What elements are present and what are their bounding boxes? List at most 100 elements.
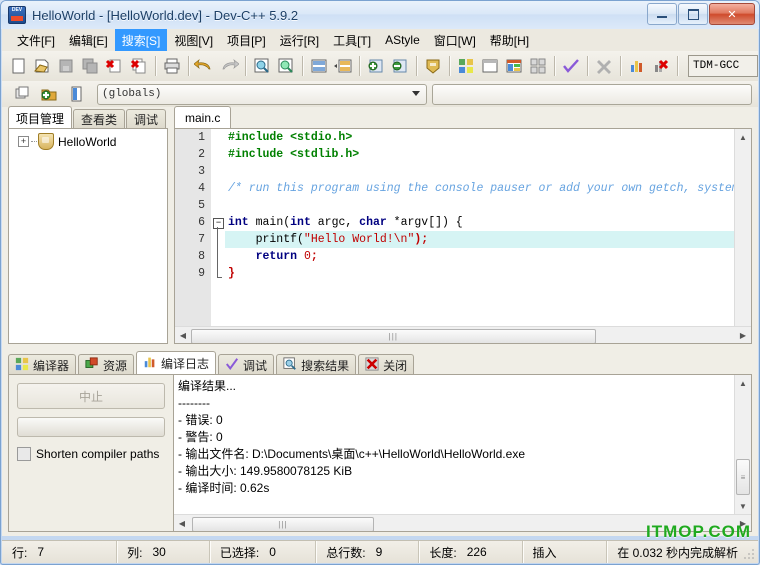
log-scroll-down-icon[interactable]: ▼ bbox=[735, 498, 751, 514]
secondary-combo[interactable] bbox=[432, 84, 752, 105]
chevron-down-icon[interactable] bbox=[412, 91, 420, 96]
editor-horizontal-scrollbar[interactable]: ◀ ||| ▶ bbox=[175, 326, 751, 343]
scroll-right-icon[interactable]: ▶ bbox=[735, 328, 751, 343]
project-file-icon[interactable] bbox=[63, 82, 88, 106]
add-to-project-icon[interactable] bbox=[36, 82, 61, 106]
new-project-icon[interactable] bbox=[9, 82, 34, 106]
compile-log-output[interactable]: 编译结果...--------- 错误: 0- 警告: 0- 输出文件名: D:… bbox=[173, 375, 751, 531]
compiler-set-selector[interactable]: TDM-GCC bbox=[688, 55, 758, 77]
menu-search[interactable]: 搜索[S] bbox=[115, 29, 168, 52]
single-window-icon[interactable] bbox=[479, 54, 501, 78]
tab-close-panel[interactable]: 关闭 bbox=[358, 354, 414, 375]
window-icon[interactable] bbox=[389, 54, 411, 78]
tab-resource-label: 资源 bbox=[103, 357, 127, 374]
project-options-icon[interactable] bbox=[365, 54, 387, 78]
tile-horizontal-icon[interactable] bbox=[455, 54, 477, 78]
tab-search-results[interactable]: 搜索结果 bbox=[276, 354, 356, 375]
compiler-icon bbox=[15, 357, 29, 374]
code-token: printf( bbox=[228, 233, 304, 246]
goto-function-icon[interactable] bbox=[332, 54, 354, 78]
tab-debug-bottom[interactable]: 调试 bbox=[218, 354, 274, 375]
save-all-icon[interactable] bbox=[79, 54, 101, 78]
fold-collapse-icon[interactable]: − bbox=[213, 218, 224, 229]
shorten-paths-row[interactable]: Shorten compiler paths bbox=[17, 447, 165, 461]
tab-compile-log[interactable]: 编译日志 bbox=[136, 351, 216, 375]
open-file-icon[interactable] bbox=[31, 54, 53, 78]
minimize-icon bbox=[657, 16, 667, 18]
undo-icon[interactable] bbox=[193, 54, 215, 78]
close-file-icon[interactable] bbox=[103, 54, 125, 78]
tab-main-c[interactable]: main.c bbox=[174, 106, 231, 129]
hscroll-thumb[interactable]: ||| bbox=[191, 329, 596, 344]
maximize-button[interactable] bbox=[678, 3, 708, 25]
code-line[interactable]: return 0; bbox=[225, 248, 751, 265]
close-all-icon[interactable] bbox=[127, 54, 149, 78]
layout-icon[interactable] bbox=[503, 54, 525, 78]
replace-icon[interactable] bbox=[275, 54, 297, 78]
code-line[interactable]: /* run this program using the console pa… bbox=[225, 180, 751, 197]
print-icon[interactable] bbox=[160, 54, 182, 78]
log-hscroll-thumb[interactable]: ||| bbox=[192, 517, 374, 532]
new-file-icon[interactable] bbox=[7, 54, 29, 78]
log-horizontal-scrollbar[interactable]: ◀ ||| ▶ bbox=[174, 514, 751, 531]
code-line[interactable]: printf("Hello World!\n"); bbox=[225, 231, 751, 248]
editor-vertical-scrollbar[interactable]: ▲ bbox=[734, 129, 751, 327]
menu-project[interactable]: 项目[P] bbox=[220, 29, 273, 52]
debug-stop-icon[interactable] bbox=[650, 54, 672, 78]
code-line[interactable]: #include <stdlib.h> bbox=[225, 146, 751, 163]
menu-file[interactable]: 文件[F] bbox=[10, 29, 62, 52]
redo-icon[interactable] bbox=[218, 54, 240, 78]
tab-resource[interactable]: 资源 bbox=[78, 354, 134, 375]
tab-compiler[interactable]: 编译器 bbox=[8, 354, 76, 375]
menu-view[interactable]: 视图[V] bbox=[167, 29, 220, 52]
resize-grip-icon[interactable] bbox=[743, 548, 755, 560]
scroll-left-icon[interactable]: ◀ bbox=[175, 328, 191, 343]
code-line[interactable] bbox=[225, 163, 751, 180]
menu-window[interactable]: 窗口[W] bbox=[427, 29, 483, 52]
tab-class-browser[interactable]: 查看类 bbox=[73, 109, 125, 129]
tab-close-label: 关闭 bbox=[383, 357, 407, 374]
code-line[interactable] bbox=[225, 197, 751, 214]
close-button[interactable]: ✕ bbox=[709, 3, 755, 25]
scope-combo[interactable]: (globals) bbox=[97, 84, 427, 105]
tab-project-manager[interactable]: 项目管理 bbox=[8, 106, 72, 129]
tree-item-helloworld[interactable]: + HelloWorld bbox=[9, 129, 167, 154]
code-token bbox=[297, 250, 304, 263]
close-red-icon bbox=[365, 357, 379, 374]
log-line: - 错误: 0 bbox=[178, 412, 733, 429]
log-hscroll-track[interactable]: ||| bbox=[190, 516, 735, 531]
log-vscroll-thumb[interactable]: ≡ bbox=[736, 459, 750, 495]
save-file-icon[interactable] bbox=[55, 54, 77, 78]
line-number-gutter: 123456789 bbox=[175, 129, 212, 326]
hscroll-track[interactable]: ||| bbox=[191, 328, 735, 343]
log-scroll-up-icon[interactable]: ▲ bbox=[735, 375, 751, 391]
syntax-check-icon[interactable] bbox=[560, 54, 582, 78]
code-line[interactable]: } bbox=[225, 265, 751, 282]
scroll-up-icon[interactable]: ▲ bbox=[735, 129, 751, 145]
menu-help[interactable]: 帮助[H] bbox=[483, 29, 536, 52]
menu-edit[interactable]: 编辑[E] bbox=[62, 29, 115, 52]
log-scroll-left-icon[interactable]: ◀ bbox=[174, 516, 190, 531]
tab-debug[interactable]: 调试 bbox=[126, 109, 166, 129]
shorten-paths-checkbox[interactable] bbox=[17, 447, 31, 461]
code-text[interactable]: #include <stdio.h>#include <stdlib.h> /* … bbox=[225, 129, 751, 326]
menu-run[interactable]: 运行[R] bbox=[273, 29, 326, 52]
minimize-button[interactable] bbox=[647, 3, 677, 25]
abort-button[interactable]: 中止 bbox=[17, 383, 165, 409]
goto-line-icon[interactable] bbox=[308, 54, 330, 78]
toolbar-separator bbox=[677, 56, 678, 76]
log-vertical-scrollbar[interactable]: ▲ ≡ ▼ bbox=[734, 375, 751, 514]
menu-astyle[interactable]: AStyle bbox=[378, 30, 427, 50]
code-line[interactable]: int main(int argc, char *argv[]) { bbox=[225, 214, 751, 231]
code-line[interactable]: #include <stdio.h> bbox=[225, 129, 751, 146]
find-icon[interactable] bbox=[251, 54, 273, 78]
log-scroll-right-icon[interactable]: ▶ bbox=[735, 516, 751, 531]
expander-icon[interactable]: + bbox=[18, 136, 29, 147]
tile-icon[interactable] bbox=[527, 54, 549, 78]
code-editor[interactable]: 123456789 − #include <stdio.h>#include <… bbox=[174, 128, 752, 344]
compile-icon[interactable] bbox=[422, 54, 444, 78]
menu-tools[interactable]: 工具[T] bbox=[326, 29, 378, 52]
bottom-panel-tabs: 编译器 资源 编译日志 调试 搜索结果 bbox=[8, 352, 416, 375]
profile-icon[interactable] bbox=[626, 54, 648, 78]
stop-icon[interactable] bbox=[593, 54, 615, 78]
